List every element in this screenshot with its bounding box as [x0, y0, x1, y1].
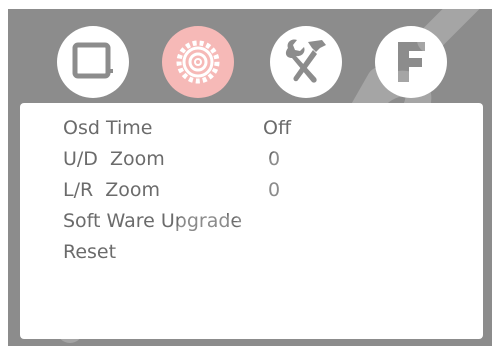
menu-item-label: U/D Zoom — [63, 148, 165, 170]
menu-item-label: Osd Time — [63, 117, 153, 139]
menu-item-osd-time[interactable]: Osd Time Off — [20, 113, 483, 143]
tab-tools[interactable] — [270, 26, 342, 98]
menu-item-label: L/R Zoom — [63, 179, 161, 201]
menu-item-value: 0 — [268, 179, 281, 201]
tab-bar — [8, 9, 492, 104]
menu-item-software-upgrade[interactable]: Soft Ware Upgrade — [20, 206, 483, 236]
settings-panel: Osd Time Off U/D Zoom 0 L/R Zoom 0 Soft … — [20, 103, 483, 339]
picture-icon — [72, 42, 113, 79]
osd-menu: Osd Time Off U/D Zoom 0 L/R Zoom 0 Soft … — [8, 9, 492, 346]
menu-item-ud-zoom[interactable]: U/D Zoom 0 — [20, 144, 483, 174]
menu-item-value: Off — [263, 117, 292, 139]
tab-function[interactable] — [375, 26, 447, 98]
menu-item-reset[interactable]: Reset — [20, 237, 483, 267]
f-letter-icon — [398, 42, 425, 82]
menu-item-label: Reset — [63, 241, 117, 263]
menu-item-lr-zoom[interactable]: L/R Zoom 0 — [20, 175, 483, 205]
gear-icon — [176, 40, 220, 84]
menu-item-value: 0 — [268, 148, 281, 170]
menu-item-label: Soft Ware Upgrade — [63, 210, 243, 232]
tools-icon — [285, 39, 326, 83]
tab-picture[interactable] — [57, 26, 129, 98]
tab-settings[interactable] — [162, 26, 234, 98]
